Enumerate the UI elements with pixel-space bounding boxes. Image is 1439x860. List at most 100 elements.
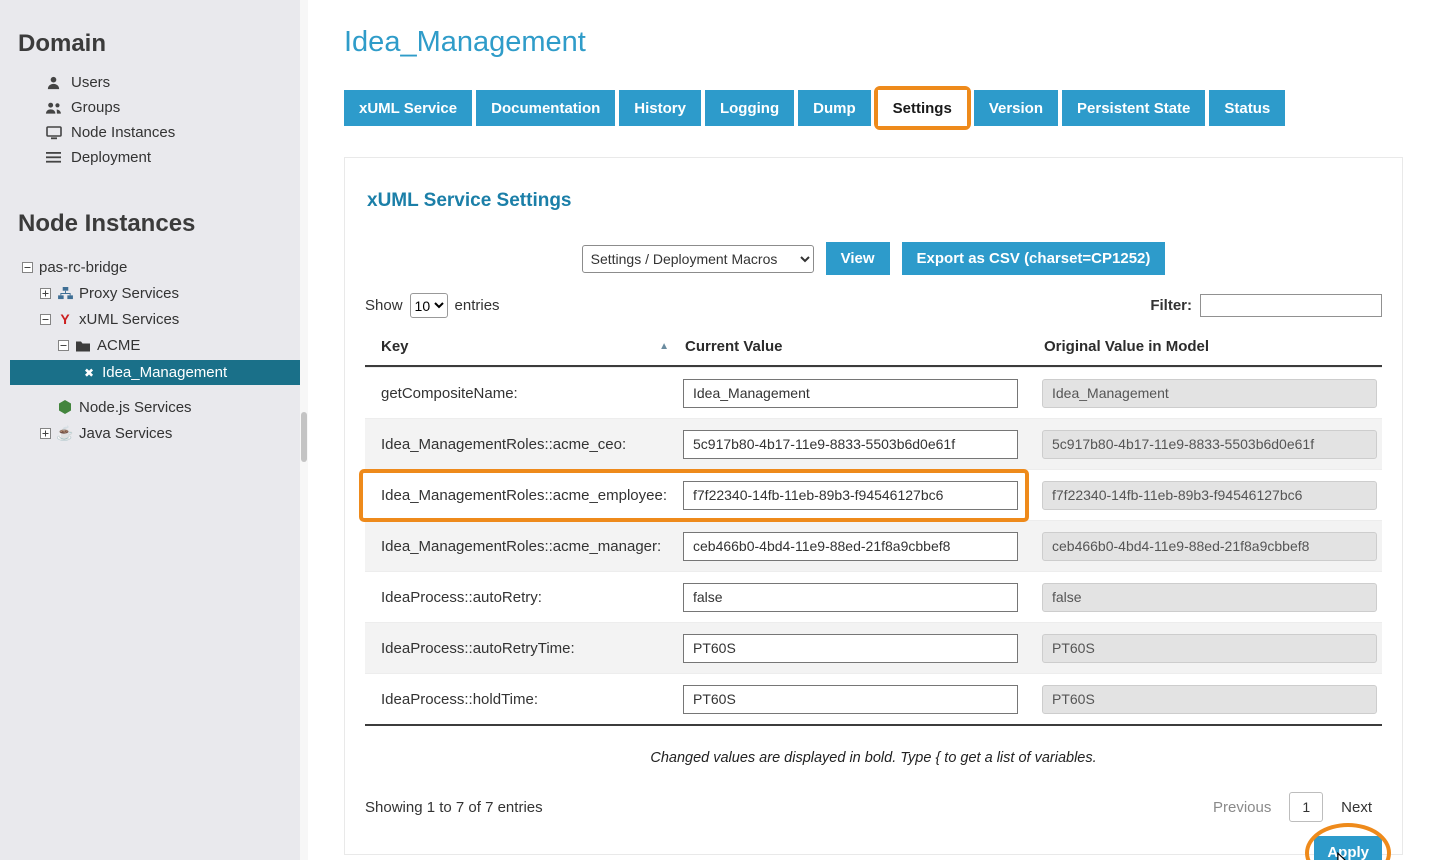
- sidebar-scrollbar[interactable]: [300, 0, 308, 860]
- current-value-input[interactable]: [683, 481, 1018, 510]
- tab-status[interactable]: Status: [1209, 90, 1285, 126]
- tree-item-label: Idea_Management: [102, 364, 227, 381]
- node-tree: pas-rc-bridge Proxy Services Y xUML Serv…: [0, 254, 300, 446]
- tab-version[interactable]: Version: [974, 90, 1058, 126]
- table-row: IdeaProcess::autoRetryTime: PT60S: [365, 622, 1382, 673]
- show-label: Show: [365, 297, 403, 314]
- column-header-original-value[interactable]: Original Value in Model: [1042, 338, 1382, 355]
- tab-history[interactable]: History: [619, 90, 701, 126]
- table-note: Changed values are displayed in bold. Ty…: [365, 750, 1382, 766]
- original-value: PT60S: [1042, 634, 1377, 663]
- current-value-input[interactable]: [683, 685, 1018, 714]
- apply-row: Apply: [365, 836, 1382, 860]
- filter-label: Filter:: [1150, 297, 1192, 314]
- row-key: Idea_ManagementRoles::acme_employee:: [365, 487, 683, 504]
- collapse-icon[interactable]: [40, 314, 51, 325]
- original-value: 5c917b80-4b17-11e9-8833-5503b6d0e61f: [1042, 430, 1377, 459]
- column-header-key[interactable]: Key ▲: [365, 338, 683, 355]
- current-value-input[interactable]: [683, 532, 1018, 561]
- collapse-icon[interactable]: [58, 340, 69, 351]
- column-header-current-value[interactable]: Current Value: [683, 338, 1042, 355]
- domain-section-title: Domain: [0, 0, 300, 70]
- sidebar-item-label: Node Instances: [71, 124, 175, 141]
- table-body: getCompositeName: Idea_Management Idea_M…: [365, 367, 1382, 726]
- tab-settings[interactable]: Settings: [878, 90, 967, 126]
- list-icon: [45, 151, 62, 164]
- pagination-next[interactable]: Next: [1341, 799, 1372, 816]
- row-key: Idea_ManagementRoles::acme_ceo:: [365, 436, 683, 453]
- pagination-page-1[interactable]: 1: [1289, 792, 1323, 822]
- sidebar-item-label: Users: [71, 74, 110, 91]
- table-toolbar: Show 10 entries Filter:: [365, 293, 1382, 318]
- tab-xuml-service[interactable]: xUML Service: [344, 90, 472, 126]
- row-key: getCompositeName:: [365, 385, 683, 402]
- view-button[interactable]: View: [826, 242, 890, 275]
- apply-button[interactable]: Apply: [1314, 836, 1382, 860]
- original-value: f7f22340-14fb-11eb-89b3-f94546127bc6: [1042, 481, 1377, 510]
- tree-item-pas-rc-bridge[interactable]: pas-rc-bridge: [0, 254, 300, 280]
- pagination: Previous 1 Next: [1213, 792, 1382, 822]
- tree-item-idea-management-selected[interactable]: ✖ Idea_Management: [10, 360, 300, 385]
- java-icon: ☕: [57, 425, 73, 442]
- sidebar-item-label: Deployment: [71, 149, 151, 166]
- monitor-icon: [45, 126, 62, 140]
- sidebar-item-users[interactable]: Users: [0, 70, 300, 95]
- folder-icon: [75, 339, 91, 352]
- sidebar: Domain Users Groups Node Instances Deplo…: [0, 0, 300, 860]
- tab-logging[interactable]: Logging: [705, 90, 794, 126]
- tree-item-label: Node.js Services: [79, 399, 192, 416]
- table-row: Idea_ManagementRoles::acme_ceo: 5c917b80…: [365, 418, 1382, 469]
- users-icon: [45, 101, 62, 115]
- show-entries-select[interactable]: 10: [410, 293, 448, 318]
- nodejs-icon: [57, 400, 73, 414]
- sidebar-item-groups[interactable]: Groups: [0, 95, 300, 120]
- tree-item-label: Java Services: [79, 425, 172, 442]
- row-key: Idea_ManagementRoles::acme_manager:: [365, 538, 683, 555]
- original-value: PT60S: [1042, 685, 1377, 714]
- tree-item-xuml-services[interactable]: Y xUML Services: [0, 306, 300, 332]
- table-row: IdeaProcess::autoRetry: false: [365, 571, 1382, 622]
- panel-title: xUML Service Settings: [367, 190, 1382, 212]
- user-icon: [45, 75, 62, 90]
- current-value-input[interactable]: [683, 634, 1018, 663]
- scrollbar-thumb[interactable]: [301, 412, 307, 462]
- sidebar-item-node-instances[interactable]: Node Instances: [0, 120, 300, 145]
- original-value: Idea_Management: [1042, 379, 1377, 408]
- proxy-services-icon: [57, 287, 73, 300]
- sort-ascending-icon: ▲: [659, 341, 669, 352]
- tab-persistent-state[interactable]: Persistent State: [1062, 90, 1205, 126]
- tab-bar: xUML Service Documentation History Loggi…: [344, 85, 1403, 131]
- current-value-input[interactable]: [683, 583, 1018, 612]
- table-row: IdeaProcess::holdTime: PT60S: [365, 673, 1382, 724]
- main-content: Idea_Management xUML Service Documentati…: [308, 0, 1439, 860]
- row-key: IdeaProcess::holdTime:: [365, 691, 683, 708]
- collapse-icon[interactable]: [22, 262, 33, 273]
- settings-panel: xUML Service Settings Settings / Deploym…: [344, 157, 1403, 855]
- table-row: getCompositeName: Idea_Management: [365, 367, 1382, 418]
- tree-item-java-services[interactable]: ☕ Java Services: [0, 420, 300, 446]
- sidebar-item-deployment[interactable]: Deployment: [0, 145, 300, 170]
- original-value: false: [1042, 583, 1377, 612]
- tab-documentation[interactable]: Documentation: [476, 90, 615, 126]
- tree-item-label: pas-rc-bridge: [39, 259, 127, 276]
- tree-item-proxy-services[interactable]: Proxy Services: [0, 280, 300, 306]
- settings-tab-highlight: Settings: [874, 86, 971, 130]
- original-value: ceb466b0-4bd4-11e9-88ed-21f8a9cbbef8: [1042, 532, 1377, 561]
- export-csv-button[interactable]: Export as CSV (charset=CP1252): [902, 242, 1166, 275]
- tree-item-acme[interactable]: ACME: [0, 332, 300, 358]
- table-footer: Showing 1 to 7 of 7 entries Previous 1 N…: [365, 792, 1382, 822]
- expand-icon[interactable]: [40, 288, 51, 299]
- current-value-input[interactable]: [683, 430, 1018, 459]
- tree-item-label: Proxy Services: [79, 285, 179, 302]
- sidebar-item-label: Groups: [71, 99, 120, 116]
- current-value-input[interactable]: [683, 379, 1018, 408]
- tab-dump[interactable]: Dump: [798, 90, 871, 126]
- macro-select[interactable]: Settings / Deployment Macros: [582, 245, 814, 273]
- filter-input[interactable]: [1200, 294, 1382, 317]
- expand-icon[interactable]: [40, 428, 51, 439]
- pagination-previous[interactable]: Previous: [1213, 799, 1271, 816]
- row-key: IdeaProcess::autoRetry:: [365, 589, 683, 606]
- tree-item-label: ACME: [97, 337, 140, 354]
- tree-item-nodejs-services[interactable]: Node.js Services: [0, 394, 300, 420]
- table-header: Key ▲ Current Value Original Value in Mo…: [365, 330, 1382, 367]
